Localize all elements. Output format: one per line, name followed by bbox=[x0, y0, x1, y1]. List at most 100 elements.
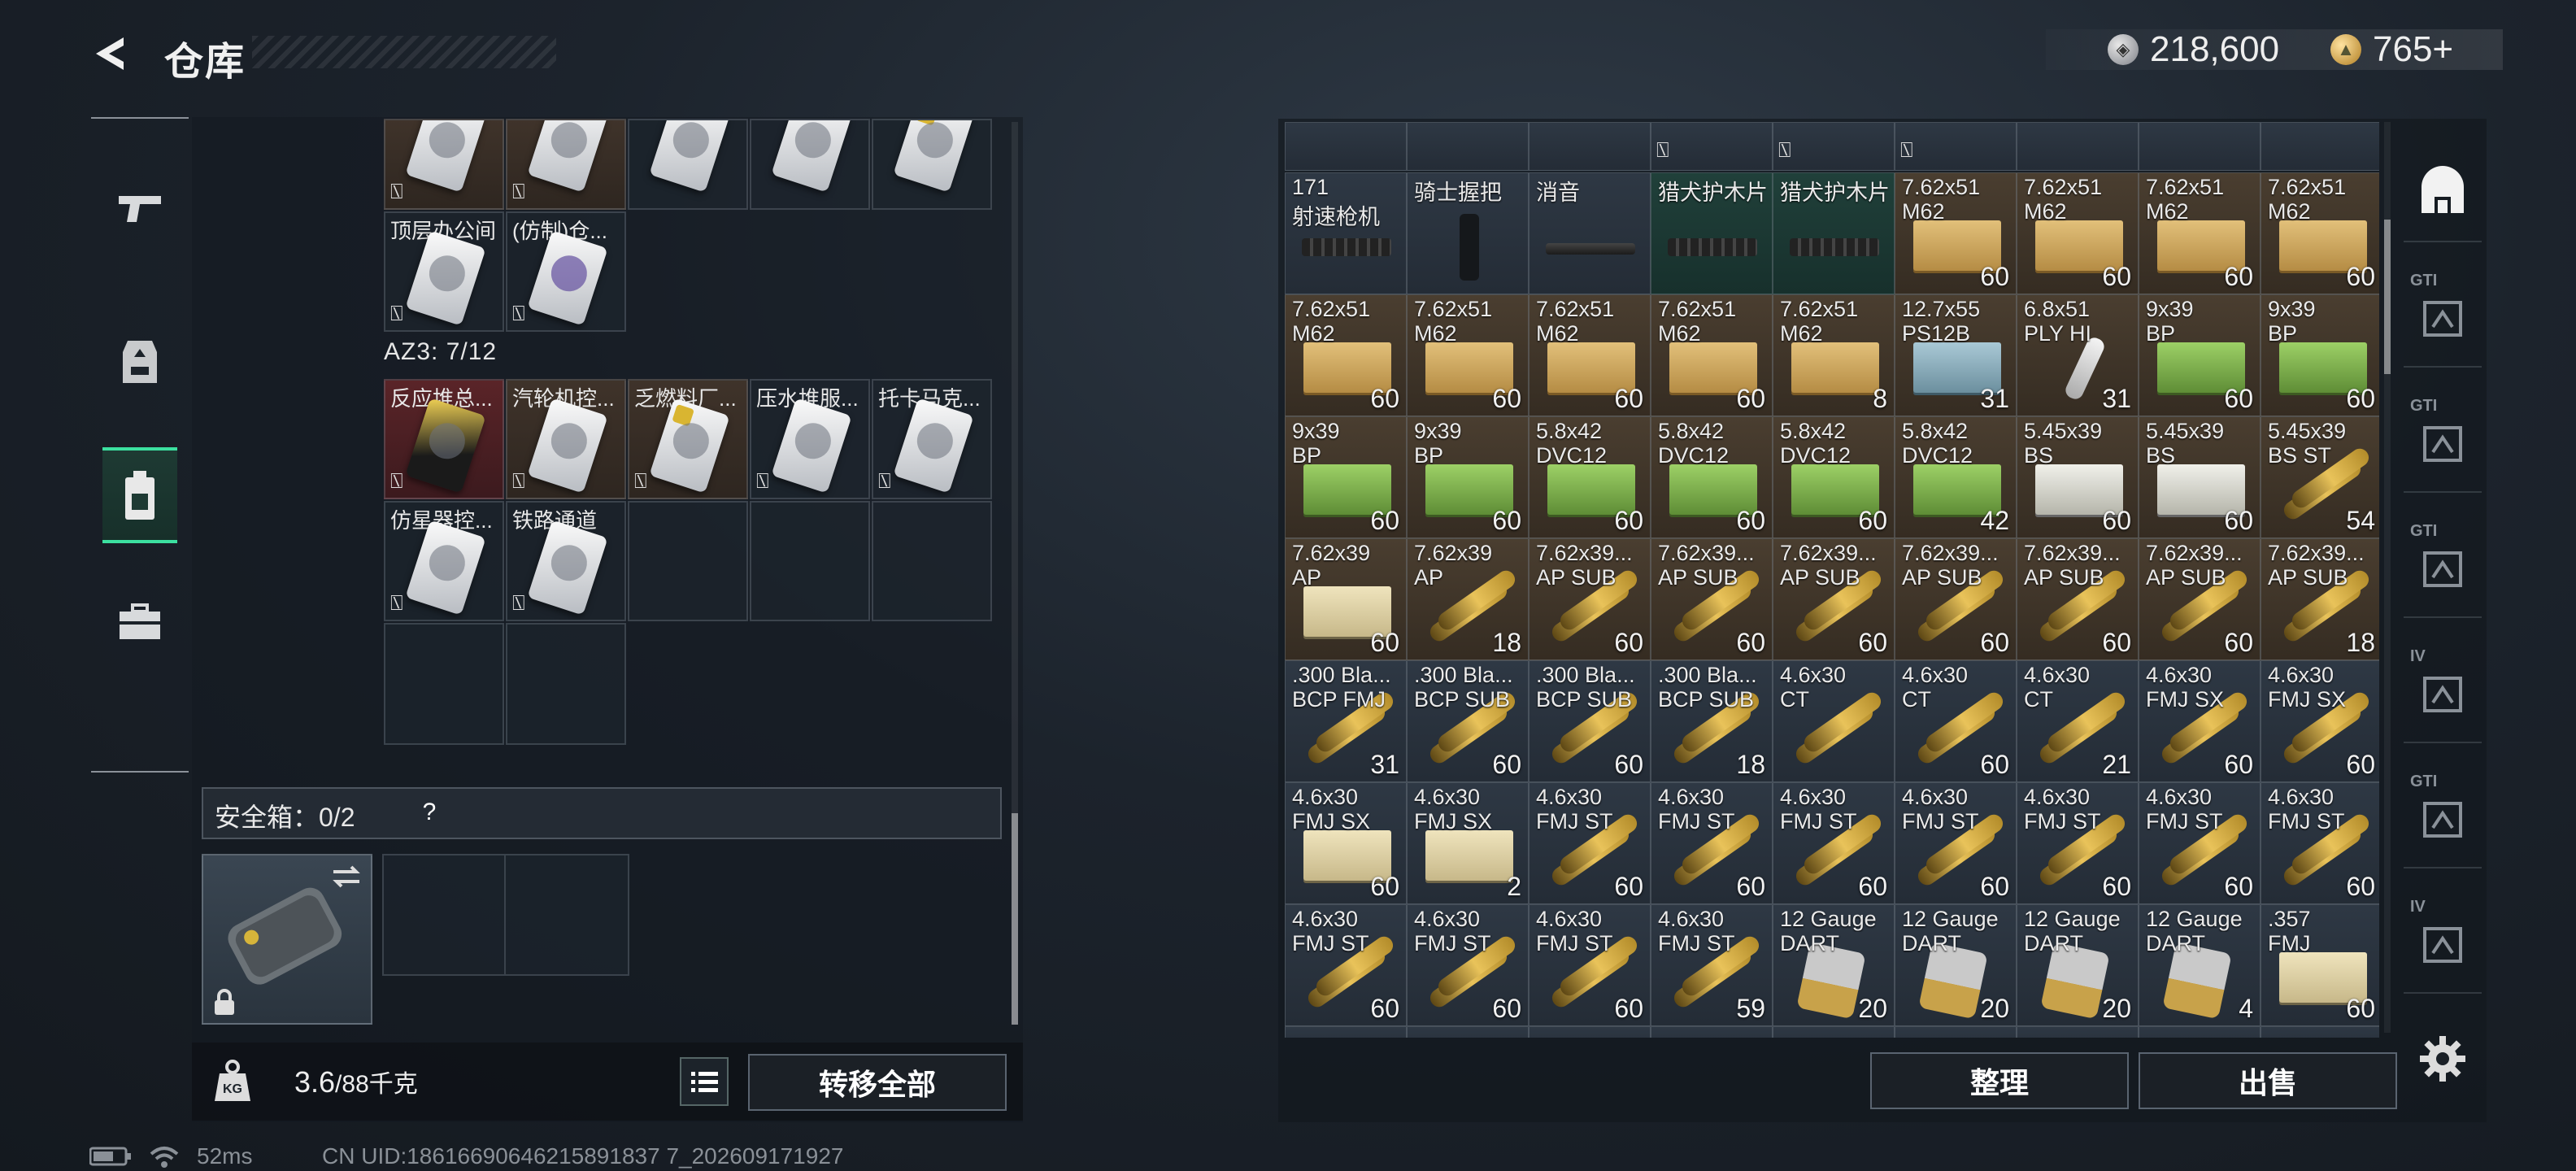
inventory-slot[interactable]: 9x39 BP 60 bbox=[2261, 294, 2379, 416]
filter-iv-add[interactable]: IV bbox=[2404, 644, 2482, 743]
inventory-slot[interactable]: 4.6x30 FMJ SX 60 bbox=[2139, 660, 2261, 782]
backpack-scroll-thumb[interactable] bbox=[1012, 813, 1018, 1025]
inventory-slot[interactable]: 9x39 BP 60 bbox=[1285, 416, 1407, 538]
empty-slot[interactable] bbox=[628, 501, 748, 621]
inventory-slot[interactable] bbox=[1407, 122, 1529, 171]
filter-gt1-c[interactable]: GTI bbox=[2404, 519, 2482, 618]
inventory-slot[interactable]: ⍂ bbox=[1773, 122, 1895, 171]
keycard-slot[interactable]: 顶层办公间 ⍂ bbox=[384, 211, 504, 332]
keycard-slot[interactable]: 铁路通道 ⍂ bbox=[506, 501, 626, 621]
inventory-slot[interactable]: 4.6x30 FMJ ST 59 bbox=[1651, 904, 1773, 1026]
inventory-slot[interactable]: 骑士握把 bbox=[1407, 172, 1529, 294]
inventory-slot[interactable]: 4.6x30 FMJ ST 60 bbox=[1285, 904, 1407, 1026]
inventory-slot[interactable]: 7.62x51 M62 60 bbox=[2139, 172, 2261, 294]
sort-button[interactable]: 整理 bbox=[1870, 1052, 2129, 1109]
inventory-slot[interactable]: 9x39 BP 60 bbox=[1407, 416, 1529, 538]
inventory-slot[interactable] bbox=[2139, 122, 2261, 171]
empty-slot[interactable] bbox=[750, 501, 870, 621]
inventory-slot[interactable] bbox=[1407, 1026, 1529, 1038]
inventory-slot[interactable]: 4.6x30 FMJ ST 60 bbox=[1529, 782, 1651, 904]
inventory-slot[interactable]: 4.6x30 FMJ ST 60 bbox=[1895, 782, 2017, 904]
inventory-slot[interactable]: 4.6x30 FMJ ST 60 bbox=[2261, 782, 2379, 904]
inventory-slot[interactable]: .300 Bla... BCP FMJ 31 bbox=[1285, 660, 1407, 782]
inventory-slot[interactable]: 4.6x30 FMJ SX 2 bbox=[1407, 782, 1529, 904]
empty-slot[interactable] bbox=[384, 623, 504, 745]
inventory-slot[interactable]: 5.45x39 BS 60 bbox=[2017, 416, 2139, 538]
safe-box-empty-slot[interactable] bbox=[382, 854, 629, 976]
inventory-slot[interactable]: .300 Bla... BCP SUB 18 bbox=[1651, 660, 1773, 782]
inventory-slot[interactable] bbox=[1285, 122, 1407, 171]
gold-amount[interactable]: 765+ bbox=[2373, 29, 2453, 70]
empty-slot[interactable] bbox=[872, 501, 992, 621]
inventory-slot[interactable]: 12 Gauge DART 20 bbox=[1773, 904, 1895, 1026]
inventory-slot[interactable]: 7.62x39... AP SUB 60 bbox=[2017, 538, 2139, 660]
inventory-slot[interactable]: 7.62x39... AP SUB 60 bbox=[1651, 538, 1773, 660]
inventory-slot[interactable] bbox=[1773, 1026, 1895, 1038]
inventory-slot[interactable]: 4.6x30 FMJ SX 60 bbox=[2261, 660, 2379, 782]
inventory-slot[interactable]: 4.6x30 FMJ ST 60 bbox=[1651, 782, 1773, 904]
inventory-slot[interactable]: 171 射速枪机 bbox=[1285, 172, 1407, 294]
inventory-slot[interactable]: 猎犬护木片 bbox=[1651, 172, 1773, 294]
inventory-slot[interactable] bbox=[1285, 1026, 1407, 1038]
inventory-slot[interactable]: 4.6x30 FMJ ST 60 bbox=[1773, 782, 1895, 904]
inventory-slot[interactable]: 4.6x30 FMJ ST 60 bbox=[2017, 782, 2139, 904]
inventory-slot[interactable] bbox=[2139, 1026, 2261, 1038]
inventory-slot[interactable]: 4.6x30 FMJ ST 60 bbox=[1529, 904, 1651, 1026]
inventory-slot[interactable] bbox=[2261, 1026, 2379, 1038]
inventory-slot[interactable]: 7.62x39... AP SUB 18 bbox=[2261, 538, 2379, 660]
inventory-slot[interactable]: 7.62x39... AP SUB 60 bbox=[1773, 538, 1895, 660]
filter-gt1-d[interactable]: GTI bbox=[2404, 769, 2482, 868]
safe-box-slot[interactable] bbox=[202, 854, 372, 1025]
inventory-slot[interactable]: 4.6x30 FMJ ST 60 bbox=[2139, 782, 2261, 904]
keycard-slot[interactable]: 仿星器控... ⍂ bbox=[384, 501, 504, 621]
inventory-slot[interactable] bbox=[1895, 1026, 2017, 1038]
keycard-slot[interactable]: 乏燃料厂... ⍂ bbox=[628, 379, 748, 499]
inventory-slot[interactable]: 7.62x51 M62 60 bbox=[2261, 172, 2379, 294]
inventory-slot[interactable]: 12.7x55 PS12B 31 bbox=[1895, 294, 2017, 416]
inventory-slot[interactable]: 7.62x39... AP SUB 60 bbox=[2139, 538, 2261, 660]
inventory-slot[interactable]: .357 FMJ 60 bbox=[2261, 904, 2379, 1026]
keycard-slot[interactable]: ⍂ bbox=[384, 119, 504, 210]
nav-weapons[interactable] bbox=[102, 163, 177, 252]
inventory-slot[interactable]: 12 Gauge DART 20 bbox=[2017, 904, 2139, 1026]
inventory-slot[interactable]: 7.62x51 M62 8 bbox=[1773, 294, 1895, 416]
nav-gear[interactable] bbox=[102, 317, 177, 407]
keycard-slot[interactable]: 汽轮机控... ⍂ bbox=[506, 379, 626, 499]
inventory-slot[interactable]: 12 Gauge DART 20 bbox=[1895, 904, 2017, 1026]
inventory-slot[interactable]: 7.62x39... AP SUB 60 bbox=[1895, 538, 2017, 660]
keycard-slot[interactable] bbox=[872, 119, 992, 210]
back-icon[interactable] bbox=[88, 31, 133, 76]
inventory-slot[interactable]: 4.6x30 CT 21 bbox=[2017, 660, 2139, 782]
inventory-slot[interactable]: 5.8x42 DVC12 60 bbox=[1651, 416, 1773, 538]
keycard-slot[interactable] bbox=[750, 119, 870, 210]
warehouse-scroll-thumb[interactable] bbox=[2384, 220, 2391, 374]
inventory-slot[interactable] bbox=[1651, 1026, 1773, 1038]
nav-toolbox[interactable] bbox=[102, 577, 177, 667]
inventory-slot[interactable] bbox=[1529, 1026, 1651, 1038]
inventory-slot[interactable]: .300 Bla... BCP SUB 60 bbox=[1529, 660, 1651, 782]
inventory-slot[interactable] bbox=[2017, 1026, 2139, 1038]
inventory-slot[interactable]: 7.62x51 M62 60 bbox=[2017, 172, 2139, 294]
inventory-slot[interactable]: 4.6x30 FMJ SX 60 bbox=[1285, 782, 1407, 904]
empty-slot[interactable] bbox=[506, 623, 626, 745]
inventory-slot[interactable]: 12 Gauge DART 4 bbox=[2139, 904, 2261, 1026]
keycard-slot[interactable]: 反应堆总... ⍂ bbox=[384, 379, 504, 499]
inventory-slot[interactable]: 5.8x42 DVC12 60 bbox=[1773, 416, 1895, 538]
nav-backpack[interactable] bbox=[102, 447, 177, 543]
keycard-slot[interactable]: 托卡马克... ⍂ bbox=[872, 379, 992, 499]
inventory-slot[interactable] bbox=[2017, 122, 2139, 171]
keycard-slot[interactable]: ⍂ bbox=[506, 119, 626, 210]
filter-gt1-a[interactable]: GTI bbox=[2404, 268, 2482, 368]
list-view-button[interactable] bbox=[680, 1057, 729, 1106]
inventory-slot[interactable]: 7.62x51 M62 60 bbox=[1895, 172, 2017, 294]
inventory-slot[interactable]: 7.62x51 M62 60 bbox=[1285, 294, 1407, 416]
inventory-slot[interactable]: 4.6x30 CT 60 bbox=[1895, 660, 2017, 782]
inventory-slot[interactable]: 4.6x30 CT bbox=[1773, 660, 1895, 782]
inventory-slot[interactable]: ⍂ bbox=[1895, 122, 2017, 171]
transfer-all-button[interactable]: 转移全部 bbox=[748, 1054, 1007, 1111]
inventory-slot[interactable]: 7.62x51 M62 60 bbox=[1407, 294, 1529, 416]
inventory-slot[interactable]: 5.45x39 BS 60 bbox=[2139, 416, 2261, 538]
keycard-slot[interactable] bbox=[628, 119, 748, 210]
filter-iv-b[interactable]: IV bbox=[2404, 895, 2482, 994]
inventory-slot[interactable]: 4.6x30 FMJ ST 60 bbox=[1407, 904, 1529, 1026]
